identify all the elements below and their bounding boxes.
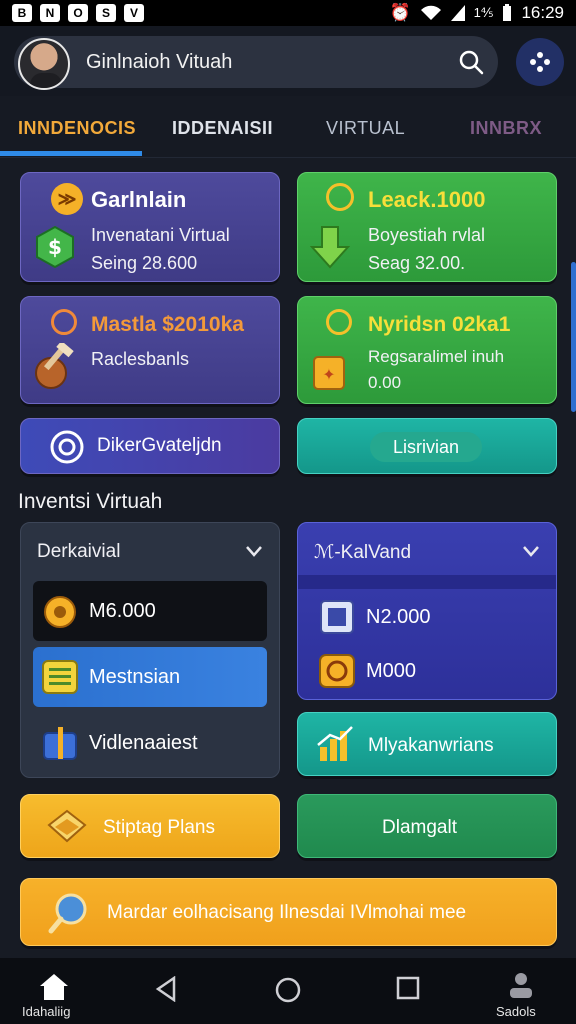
gear-icon [44,596,76,628]
card-line2: Seag 32.00. [368,253,466,273]
mlyakanwrians-label: Mlyakanwrians [368,735,494,756]
row-label: Vidlenaaiest [89,732,198,754]
section-title: Inventsi Virtuah [18,490,163,513]
lisrivian-button[interactable]: Lisrivian [297,418,557,474]
notification-s-icon: S [96,4,116,22]
row-label: Mestnsian [89,666,181,688]
list-item[interactable]: Vidlenaaiest [33,713,267,773]
mlyakanwrians-button[interactable]: Mlyakanwrians [297,712,557,776]
pickaxe-icon [35,343,74,389]
card-line2: 0.00 [368,373,402,392]
dropdown-panel-right: ℳ-KalVand N2.000 M000 [297,522,557,700]
notification-b-icon: B [12,4,32,22]
panel-header[interactable]: Derkaivial [37,541,120,563]
notification-o-icon: O [68,4,88,22]
chart-icon [317,726,353,761]
gift-icon [43,727,77,760]
row-label: M000 [366,660,417,682]
home-icon[interactable] [38,972,70,1002]
card-line1: Invenatani Virtual [91,225,230,245]
diker-button[interactable]: DikerGvateljdn [20,418,280,474]
nav-home-label[interactable]: Idahaliig [22,1004,70,1019]
stiptag-label: Stiptag Plans [103,817,215,838]
list-item[interactable]: M6.000 [33,581,267,641]
row-label: N2.000 [366,606,431,628]
card-title: Mastla $2010ka [91,313,244,336]
scrollbar[interactable] [571,262,576,412]
arrow-down-icon [310,226,350,269]
list-item[interactable]: N2.000 [310,587,544,647]
row-label: M6.000 [89,600,156,622]
wallet-icon [320,600,354,634]
back-icon[interactable] [154,976,178,1002]
battery-percent: 1⅘ [473,5,494,20]
location-badge-icon [326,309,352,335]
search-bar[interactable]: Ginlnaioh Vituah [14,36,498,90]
home-circle-icon[interactable] [274,976,302,1004]
diker-label: DikerGvateljdn [97,435,222,456]
apps-icon [530,52,550,72]
list-item[interactable]: M000 [310,641,544,701]
card-line1: Raclesbanls [91,349,190,369]
card-line1: Regsaralimel inuh [368,347,505,366]
search-icon[interactable] [458,49,484,75]
search-badge-icon [51,309,77,335]
tab-iddenaisii[interactable]: IDDENAISII [172,118,273,139]
signal-icon [450,5,465,21]
nav-social-label[interactable]: Sadols [496,1004,536,1019]
status-bar: B N O S V ⏰ 1⅘ 16:29 [0,0,576,26]
card-nyridsn[interactable]: Nyridsn 02ka1 ✦ Regsaralimel inuh 0.00 [297,296,557,404]
card-garlnlain[interactable]: ≫ Garlnlain $ Invenatani Virtual Seing 2… [20,172,280,282]
coin-icon [319,654,355,688]
refresh-icon [50,430,84,464]
card-title: Leack.1000 [368,187,486,212]
app-header: Ginlnaioh Vituah [0,26,576,96]
coin-badge-icon: ≫ [51,183,83,215]
clock: 16:29 [521,3,564,22]
battery-icon [503,4,512,21]
tab-indendocis[interactable]: INNDENOCIS [18,118,136,139]
notification-n-icon: N [40,4,60,22]
notification-v-icon: V [124,4,144,22]
card-leack[interactable]: Leack.1000 Boyestiah rvlal Seag 32.00. [297,172,557,282]
banner-label: Mardar eolhacisang Ilnesdai IVlmohai mee [107,902,467,923]
svg-text:$: $ [48,235,62,259]
tab-virtual[interactable]: VIRTUAL [326,118,405,139]
avatar[interactable] [18,38,70,90]
card-line2: Seing 28.600 [91,253,198,273]
wifi-icon [420,5,441,20]
recents-icon[interactable] [396,976,420,1000]
card-title: Nyridsn 02ka1 [368,313,511,336]
dollar-icon: $ [36,225,74,269]
lisrivian-pill: Lisrivian [370,432,482,462]
bottom-nav: Idahaliig Sadols [0,958,576,1024]
card-mastla[interactable]: Mastla $2010ka Raclesbanls [20,296,280,404]
magnifier-icon [48,893,87,934]
svg-text:✦: ✦ [322,365,335,384]
social-icon[interactable] [506,970,536,1000]
active-tab-indicator [0,151,142,156]
promo-banner[interactable]: Mardar eolhacisang Ilnesdai IVlmohai mee [20,878,557,946]
list-item[interactable]: Mestnsian [33,647,267,707]
search-input[interactable]: Ginlnaioh Vituah [86,51,232,74]
apps-button[interactable] [516,38,564,86]
card-line1: Boyestiah rvlal [368,225,486,245]
book-icon [47,809,87,843]
list-icon [42,660,78,694]
chevron-down-icon[interactable] [522,545,540,557]
card-title: Garlnlain [91,187,187,212]
chevron-down-icon[interactable] [245,545,263,557]
search-badge-icon [326,183,354,211]
tab-innbrx[interactable]: INNBRX [470,118,542,139]
dlamgalt-label: Dlamgalt [382,817,457,838]
dlamgalt-button[interactable]: Dlamgalt [297,794,557,858]
notification-icons: B N O S V [12,4,144,22]
dropdown-panel-left: Derkaivial M6.000 Mestnsian Vidlenaaiest [20,522,280,778]
alarm-icon: ⏰ [389,3,411,22]
badge-icon: ✦ [313,356,345,390]
stiptag-plans-button[interactable]: Stiptag Plans [20,794,280,858]
panel-header[interactable]: ℳ-KalVand [314,541,411,564]
lisrivian-label: Lisrivian [392,437,460,457]
tab-bar: INNDENOCIS IDDENAISII VIRTUAL INNBRX [0,96,576,158]
